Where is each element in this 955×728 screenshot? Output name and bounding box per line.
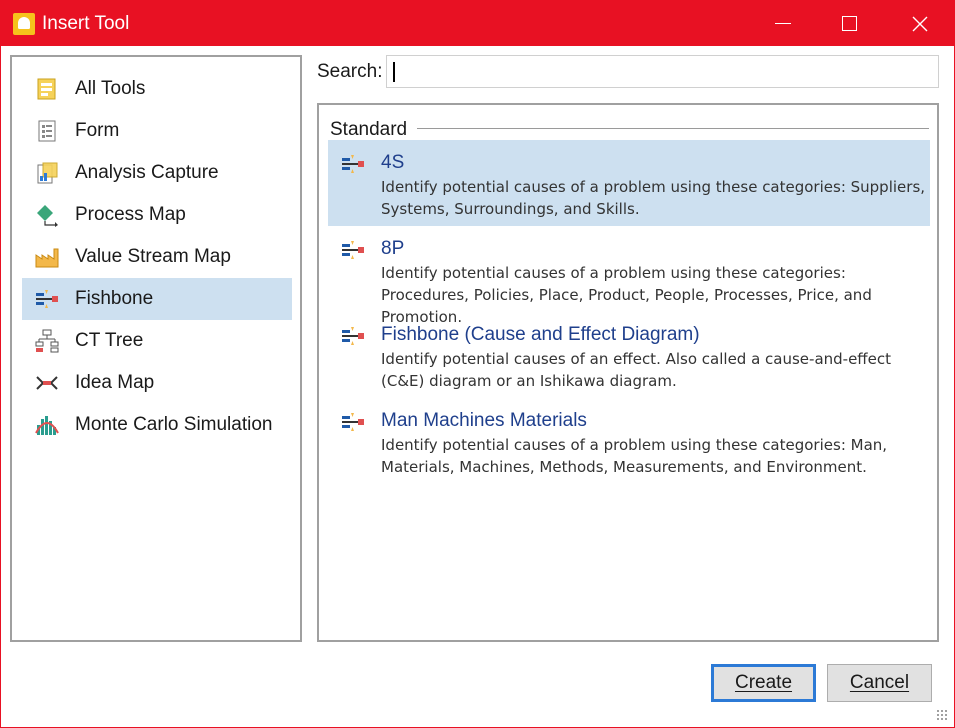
maximize-button[interactable] xyxy=(819,1,879,46)
tool-item-8p[interactable]: 8P Identify potential causes of a proble… xyxy=(328,226,930,326)
all-tools-icon xyxy=(34,76,60,102)
form-icon xyxy=(34,118,60,144)
fishbone-icon xyxy=(342,327,364,345)
tool-item-fishbone-cause-effect[interactable]: Fishbone (Cause and Effect Diagram) Iden… xyxy=(328,312,930,398)
resize-grip-icon[interactable] xyxy=(936,709,948,721)
monte-carlo-icon xyxy=(34,412,60,438)
sidebar-item-label: Fishbone xyxy=(75,288,154,309)
group-divider xyxy=(417,128,929,129)
ct-tree-icon xyxy=(34,328,60,354)
sidebar-item-value-stream-map[interactable]: Value Stream Map xyxy=(22,236,292,278)
text-caret xyxy=(393,62,395,82)
tool-name: 4S xyxy=(381,152,405,173)
sidebar-item-label: All Tools xyxy=(75,78,146,99)
value-stream-map-icon xyxy=(34,244,60,270)
sidebar-item-analysis-capture[interactable]: Analysis Capture xyxy=(22,152,292,194)
fishbone-icon xyxy=(34,286,60,312)
sidebar-item-all-tools[interactable]: All Tools xyxy=(22,68,292,110)
tool-list: Standard 4S Identify potential causes of… xyxy=(317,103,939,642)
title-bar[interactable]: Insert Tool xyxy=(1,1,954,46)
sidebar-item-label: Process Map xyxy=(75,204,186,225)
search-input[interactable] xyxy=(386,55,939,88)
analysis-capture-icon xyxy=(34,160,60,186)
sidebar-item-label: Analysis Capture xyxy=(75,162,219,183)
app-logo-icon xyxy=(13,13,35,35)
minimize-button[interactable] xyxy=(753,1,813,46)
close-icon xyxy=(912,16,928,31)
maximize-icon xyxy=(841,16,857,31)
tool-name: 8P xyxy=(381,238,405,259)
insert-tool-dialog: Insert Tool All Tools Form Analysis Capt… xyxy=(0,0,955,728)
sidebar-item-fishbone[interactable]: Fishbone xyxy=(22,278,292,320)
search-label: Search: xyxy=(317,61,383,82)
tool-description: Identify potential causes of an effect. … xyxy=(381,350,891,390)
fishbone-icon xyxy=(342,241,364,259)
tool-name: Fishbone (Cause and Effect Diagram) xyxy=(381,324,700,345)
sidebar-item-process-map[interactable]: Process Map xyxy=(22,194,292,236)
tool-item-4s[interactable]: 4S Identify potential causes of a proble… xyxy=(328,140,930,226)
cancel-button[interactable]: Cancel xyxy=(827,664,932,702)
tool-item-man-machines-materials[interactable]: Man Machines Materials Identify potentia… xyxy=(328,398,930,484)
close-button[interactable] xyxy=(890,1,950,46)
sidebar-item-label: Value Stream Map xyxy=(75,246,231,267)
sidebar-item-label: CT Tree xyxy=(75,330,144,351)
sidebar-item-label: Idea Map xyxy=(75,372,155,393)
window-title: Insert Tool xyxy=(42,13,130,34)
sidebar-item-idea-map[interactable]: Idea Map xyxy=(22,362,292,404)
sidebar-item-form[interactable]: Form xyxy=(22,110,292,152)
process-map-icon xyxy=(34,202,60,228)
fishbone-icon xyxy=(342,413,364,431)
sidebar-item-ct-tree[interactable]: CT Tree xyxy=(22,320,292,362)
tool-description: Identify potential causes of a problem u… xyxy=(381,178,926,218)
minimize-icon xyxy=(775,23,791,24)
sidebar-item-monte-carlo[interactable]: Monte Carlo Simulation xyxy=(22,404,292,446)
group-header-standard: Standard xyxy=(330,119,408,140)
tool-description: Identify potential causes of a problem u… xyxy=(381,436,888,476)
idea-map-icon xyxy=(34,370,60,396)
category-list: All Tools Form Analysis Capture Process … xyxy=(10,55,302,642)
sidebar-item-label: Monte Carlo Simulation xyxy=(75,414,273,435)
create-button[interactable]: Create xyxy=(711,664,816,702)
tool-name: Man Machines Materials xyxy=(381,410,587,431)
fishbone-icon xyxy=(342,155,364,173)
sidebar-item-label: Form xyxy=(75,120,120,141)
